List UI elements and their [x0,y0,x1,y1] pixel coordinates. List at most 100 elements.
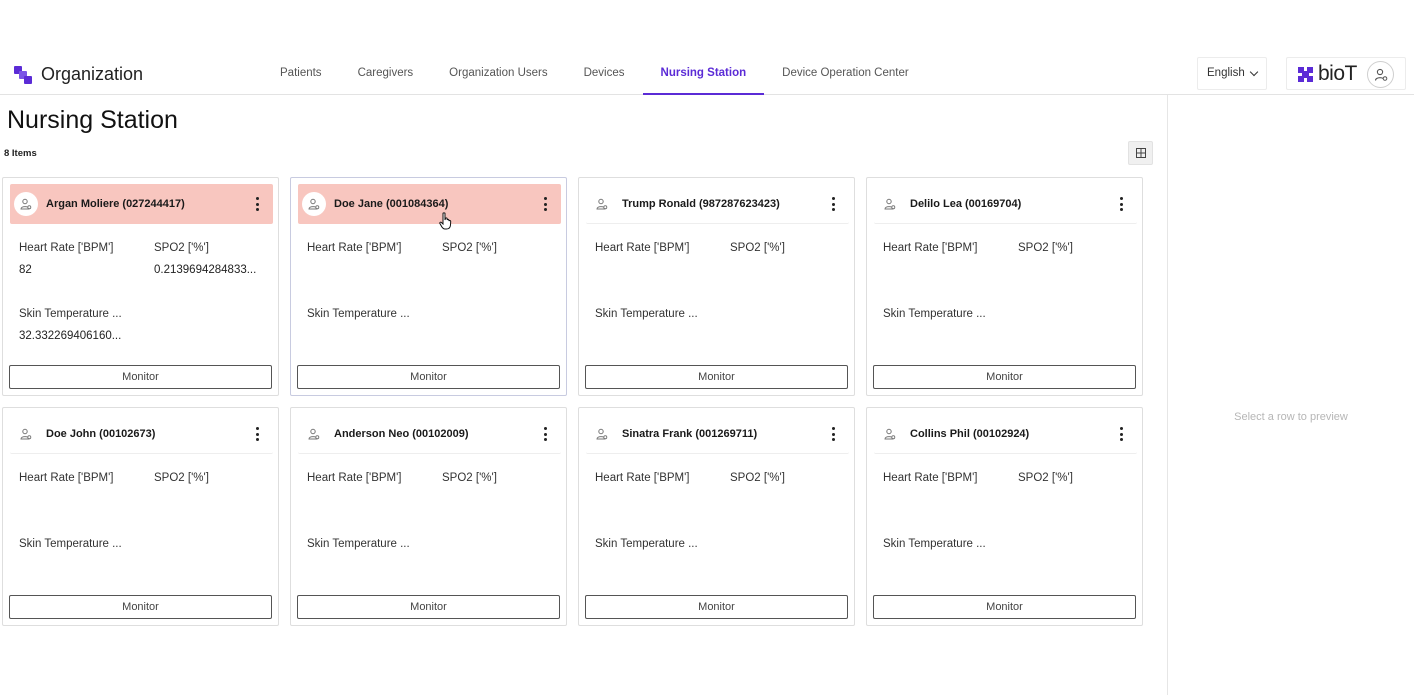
biot-logo-icon [1298,67,1313,82]
avatar [590,192,614,216]
item-count: 8 Items [4,148,37,159]
heart-rate-value: 82 [19,264,32,276]
avatar [14,192,38,216]
patient-icon [308,198,320,210]
heart-rate-label: Heart Rate ['BPM'] [883,242,978,254]
more-options-icon[interactable] [1114,424,1130,444]
skin-temperature-label: Skin Temperature ... [307,308,410,320]
skin-temperature-label: Skin Temperature ... [883,308,986,320]
skin-temperature-label: Skin Temperature ... [307,538,410,550]
more-options-icon[interactable] [826,194,842,214]
more-options-icon[interactable] [826,424,842,444]
patient-name: Delilo Lea (00169704) [910,198,1022,210]
patient-name: Sinatra Frank (001269711) [622,428,758,440]
patient-icon [596,428,608,440]
patient-card[interactable]: Delilo Lea (00169704) Heart Rate ['BPM'] S… [866,177,1143,396]
top-bar: Organization Patients Caregivers Organiz… [0,52,1414,95]
heart-rate-label: Heart Rate ['BPM'] [595,472,690,484]
brand-name: bioT [1318,62,1357,85]
app-title: Organization [41,64,144,84]
more-options-icon[interactable] [538,424,554,444]
avatar [302,192,326,216]
user-menu-button[interactable] [1367,61,1394,88]
grid-view-button[interactable] [1128,141,1153,165]
org-header[interactable]: Organization [14,64,143,85]
spo2-label: SPO2 ['%'] [1018,242,1073,254]
patient-icon [20,428,32,440]
heart-rate-label: Heart Rate ['BPM'] [595,242,690,254]
tab-device-operation-center[interactable]: Device Operation Center [764,52,927,95]
monitor-button[interactable]: Monitor [9,595,272,619]
patient-name: Doe John (00102673) [46,428,156,440]
grid-icon [1136,148,1146,158]
monitor-button[interactable]: Monitor [9,365,272,389]
org-logo-icon [14,65,32,84]
patient-card-header: Doe Jane (001084364) [298,184,561,224]
patient-icon [884,428,896,440]
skin-temperature-label: Skin Temperature ... [19,308,122,320]
avatar [302,422,326,446]
more-options-icon[interactable] [1114,194,1130,214]
patient-card[interactable]: Doe Jane (001084364) Heart Rate ['BPM'] SP… [290,177,567,396]
patient-card-header: Anderson Neo (00102009) [298,414,561,454]
tab-organization-users[interactable]: Organization Users [431,52,565,95]
main-nav: Patients Caregivers Organization Users D… [262,52,927,95]
monitor-button[interactable]: Monitor [585,595,848,619]
tab-devices[interactable]: Devices [566,52,643,95]
patient-card-header: Collins Phil (00102924) [874,414,1137,454]
patient-card-header: Trump Ronald (987287623423) [586,184,849,224]
preview-empty-text: Select a row to preview [1234,411,1348,423]
spo2-label: SPO2 ['%'] [730,472,785,484]
patient-icon [596,198,608,210]
monitor-button[interactable]: Monitor [873,365,1136,389]
patient-card[interactable]: Doe John (00102673) Heart Rate ['BPM'] SPO… [2,407,279,626]
spo2-label: SPO2 ['%'] [1018,472,1073,484]
monitor-button[interactable]: Monitor [585,365,848,389]
skin-temperature-label: Skin Temperature ... [595,308,698,320]
brand-box: bioT [1286,57,1406,90]
language-label: English [1207,67,1245,79]
heart-rate-label: Heart Rate ['BPM'] [307,472,402,484]
avatar [878,192,902,216]
skin-temperature-label: Skin Temperature ... [19,538,122,550]
patient-icon [884,198,896,210]
patient-icon [20,198,32,210]
patient-card[interactable]: Argan Moliere (027244417) Heart Rate ['BP… [2,177,279,396]
tab-caregivers[interactable]: Caregivers [340,52,432,95]
monitor-button[interactable]: Monitor [297,365,560,389]
spo2-label: SPO2 ['%'] [154,472,209,484]
patient-name: Collins Phil (00102924) [910,428,1030,440]
hand-cursor-icon [439,212,452,230]
more-options-icon[interactable] [250,424,266,444]
monitor-button[interactable]: Monitor [873,595,1136,619]
patient-name: Trump Ronald (987287623423) [622,198,780,210]
patient-name: Argan Moliere (027244417) [46,198,185,210]
patient-card-header: Delilo Lea (00169704) [874,184,1137,224]
monitor-button[interactable]: Monitor [297,595,560,619]
spo2-value: 0.2139694284833... [154,264,257,276]
more-options-icon[interactable] [250,194,266,214]
avatar [878,422,902,446]
spo2-label: SPO2 ['%'] [442,242,497,254]
heart-rate-label: Heart Rate ['BPM'] [19,472,114,484]
patient-card[interactable]: Trump Ronald (987287623423) Heart Rate ['… [578,177,855,396]
chevron-down-icon [1249,67,1259,77]
avatar [590,422,614,446]
heart-rate-label: Heart Rate ['BPM'] [19,242,114,254]
patient-card-header: Doe John (00102673) [10,414,273,454]
patient-icon [308,428,320,440]
patient-card-header: Argan Moliere (027244417) [10,184,273,224]
page-title: Nursing Station [7,106,178,134]
patient-card[interactable]: Anderson Neo (00102009) Heart Rate ['BPM'… [290,407,567,626]
patient-card-header: Sinatra Frank (001269711) [586,414,849,454]
skin-temperature-label: Skin Temperature ... [883,538,986,550]
spo2-label: SPO2 ['%'] [154,242,209,254]
patient-card[interactable]: Sinatra Frank (001269711) Heart Rate ['BP… [578,407,855,626]
more-options-icon[interactable] [538,194,554,214]
tab-nursing-station[interactable]: Nursing Station [642,52,765,95]
patient-card[interactable]: Collins Phil (00102924) Heart Rate ['BPM'… [866,407,1143,626]
language-select[interactable]: English [1197,57,1267,90]
heart-rate-label: Heart Rate ['BPM'] [883,472,978,484]
spo2-label: SPO2 ['%'] [730,242,785,254]
tab-patients[interactable]: Patients [262,52,340,95]
